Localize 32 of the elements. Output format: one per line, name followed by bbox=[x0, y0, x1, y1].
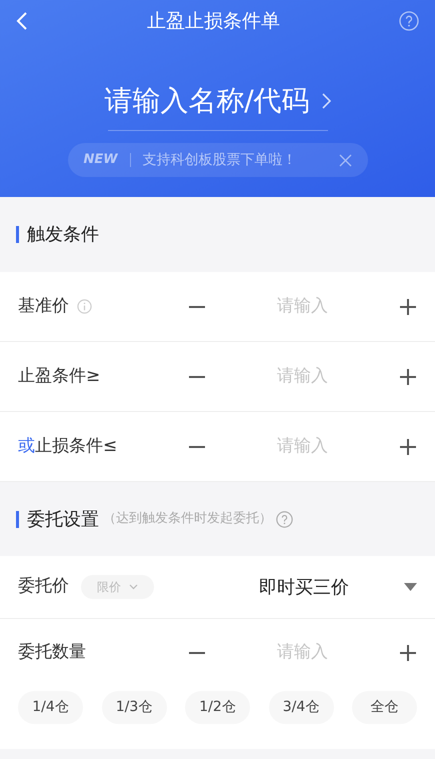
plus-icon[interactable] bbox=[399, 298, 417, 316]
field-label: 止盈条件≥ bbox=[18, 364, 100, 388]
section-marker bbox=[16, 226, 19, 243]
quick-amount-button[interactable]: 1/3仓 bbox=[102, 691, 166, 724]
price-dropdown[interactable]: 即时买三价 bbox=[259, 574, 417, 600]
number-input-field[interactable]: 请输入 bbox=[206, 434, 399, 460]
plus-icon[interactable] bbox=[399, 438, 417, 456]
section-marker bbox=[16, 510, 19, 528]
plus-icon[interactable] bbox=[399, 368, 417, 386]
section-note: （达到触发条件时发起委托） bbox=[103, 510, 272, 528]
number-input-field[interactable]: 请输入 bbox=[206, 364, 399, 390]
chevron-down-icon bbox=[129, 584, 138, 590]
stock-search-field[interactable]: 请输入名称/代码 bbox=[104, 80, 331, 122]
window-title: 止盈止损条件单 bbox=[147, 8, 280, 34]
quick-amount-button[interactable]: 3/4仓 bbox=[268, 691, 334, 724]
plus-icon[interactable] bbox=[399, 644, 417, 662]
new-label: NEW bbox=[84, 151, 118, 170]
field-label: 基准价 bbox=[18, 294, 69, 318]
section-title: 触发条件 bbox=[27, 223, 99, 247]
chevron-right-icon bbox=[322, 93, 331, 109]
field-label: 委托数量 bbox=[18, 641, 86, 664]
dropdown-triangle-icon bbox=[404, 583, 417, 591]
quick-amount-button[interactable]: 全仓 bbox=[352, 691, 417, 724]
quick-amount-button[interactable]: 1/2仓 bbox=[185, 691, 250, 724]
number-input-field[interactable]: 请输入 bbox=[206, 640, 399, 666]
field-label: 或止损条件≤ bbox=[18, 434, 118, 458]
section-title: 委托设置 bbox=[27, 508, 99, 532]
back-icon[interactable] bbox=[16, 11, 28, 31]
field-label: 委托价 bbox=[18, 575, 69, 598]
number-input-field[interactable]: 请输入 bbox=[206, 294, 399, 320]
quick-amount-button[interactable]: 1/4仓 bbox=[18, 691, 83, 724]
notice-text: 支持科创板股票下单啦！ bbox=[142, 150, 298, 170]
